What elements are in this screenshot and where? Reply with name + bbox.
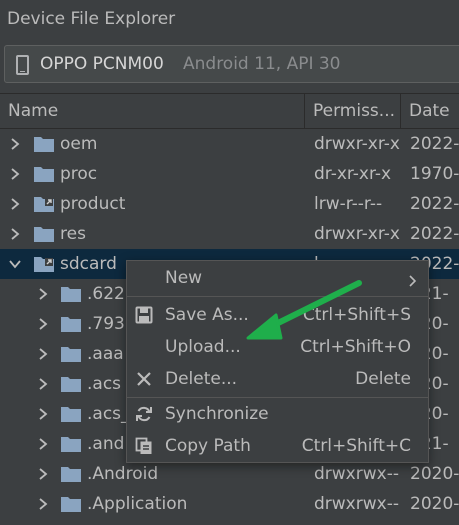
phone-icon (16, 55, 29, 75)
chevron-right-icon[interactable] (9, 228, 21, 240)
chevron-right-icon[interactable] (37, 468, 49, 480)
chevron-right-icon[interactable] (37, 348, 49, 360)
column-divider[interactable] (400, 94, 401, 128)
menu-item-shortcut: Ctrl+Shift+C (301, 436, 411, 456)
file-permissions: lrw-r--r-- (314, 194, 383, 214)
menu-divider (127, 296, 428, 297)
menu-item-upload[interactable]: Upload... Ctrl+Shift+O (127, 331, 428, 363)
x-icon (135, 370, 153, 388)
file-name: .and (87, 434, 125, 454)
chevron-right-icon[interactable] (9, 198, 21, 210)
folder-icon (34, 166, 54, 182)
folder-icon (61, 286, 81, 302)
menu-item-synchronize[interactable]: Synchronize (127, 398, 428, 430)
file-name: res (60, 224, 86, 244)
file-permissions: drwxrwx-- (314, 494, 399, 514)
menu-item-copy-path[interactable]: Copy Path Ctrl+Shift+C (127, 430, 428, 462)
menu-item-label: Copy Path (165, 436, 251, 456)
file-date: 2022- (410, 224, 459, 244)
menu-item-label: Delete... (165, 369, 238, 389)
column-divider[interactable] (304, 94, 305, 128)
folder-icon (61, 316, 81, 332)
file-date: 2020- (410, 464, 459, 484)
file-name: .acs (87, 374, 122, 394)
folder-icon (61, 436, 81, 452)
file-date: 2020- (410, 494, 459, 514)
device-name: OPPO PCNM00 (40, 54, 164, 74)
folder-icon (34, 226, 54, 242)
tool-window-header: Device File Explorer (0, 0, 459, 38)
folder-link-icon (34, 256, 54, 272)
file-name: .acs_ (87, 404, 130, 424)
menu-item-shortcut: Ctrl+Shift+S (302, 305, 411, 325)
folder-icon (61, 376, 81, 392)
tree-row[interactable]: res drwxr-xr-x 2022- (0, 219, 459, 249)
folder-link-icon (34, 196, 54, 212)
tree-row[interactable]: oem drwxr-xr-x 2022- (0, 129, 459, 159)
column-header-permissions[interactable]: Permiss... (313, 101, 395, 121)
table-header: Name Permiss... Date (0, 93, 459, 129)
menu-item-new[interactable]: New (127, 262, 428, 294)
folder-icon (34, 136, 54, 152)
file-name: proc (60, 164, 98, 184)
menu-item-label: Save As... (165, 305, 249, 325)
device-selector[interactable]: OPPO PCNM00 Android 11, API 30 (4, 45, 459, 83)
file-name: oem (60, 134, 98, 154)
column-header-date[interactable]: Date (409, 101, 450, 121)
copy-icon (135, 437, 153, 455)
tree-row[interactable]: proc dr-xr-xr-x 1970- (0, 159, 459, 189)
menu-item-save-as[interactable]: Save As... Ctrl+Shift+S (127, 299, 428, 331)
folder-icon (61, 406, 81, 422)
tool-window-title: Device File Explorer (7, 9, 176, 29)
file-date: 1970- (410, 164, 459, 184)
chevron-right-icon[interactable] (37, 438, 49, 450)
menu-item-shortcut: Delete (355, 369, 411, 389)
menu-item-delete[interactable]: Delete... Delete (127, 363, 428, 395)
chevron-right-icon[interactable] (37, 378, 49, 390)
chevron-right-icon[interactable] (37, 288, 49, 300)
menu-item-label: New (165, 268, 203, 288)
tree-row[interactable]: product lrw-r--r-- 2022- (0, 189, 459, 219)
file-date: 2022- (410, 134, 459, 154)
chevron-right-icon[interactable] (37, 498, 49, 510)
file-date: 2022- (410, 194, 459, 214)
context-menu: New Save As... Ctrl+Shift+S Upload... Ct… (126, 260, 429, 463)
file-name: .Android (87, 464, 159, 484)
menu-item-label: Synchronize (165, 404, 269, 424)
chevron-right-icon[interactable] (37, 408, 49, 420)
tree-row[interactable]: .Application drwxrwx-- 2020- (0, 489, 459, 519)
file-permissions: drwxr-xr-x (314, 134, 400, 154)
file-name: .Application (87, 494, 188, 514)
menu-item-label: Upload... (165, 337, 241, 357)
chevron-down-icon[interactable] (9, 258, 21, 270)
file-permissions: drwxrwx-- (314, 464, 399, 484)
device-info: Android 11, API 30 (183, 54, 341, 74)
chevron-right-icon[interactable] (9, 138, 21, 150)
chevron-right-icon[interactable] (37, 318, 49, 330)
column-header-name[interactable]: Name (8, 101, 58, 121)
chevron-right-icon[interactable] (9, 168, 21, 180)
folder-icon (61, 466, 81, 482)
chevron-right-icon (408, 272, 418, 287)
file-name: product (60, 194, 126, 214)
menu-item-shortcut: Ctrl+Shift+O (300, 337, 411, 357)
folder-icon (61, 346, 81, 362)
folder-icon (61, 496, 81, 512)
file-name: sdcard (60, 254, 117, 274)
file-name: .793 (87, 314, 125, 334)
file-permissions: drwxr-xr-x (314, 224, 400, 244)
refresh-icon (135, 405, 153, 423)
file-name: .aaa (87, 344, 124, 364)
tree-row[interactable]: .Android drwxrwx-- 2020- (0, 459, 459, 489)
file-permissions: dr-xr-xr-x (314, 164, 392, 184)
floppy-disk-icon (135, 306, 153, 324)
